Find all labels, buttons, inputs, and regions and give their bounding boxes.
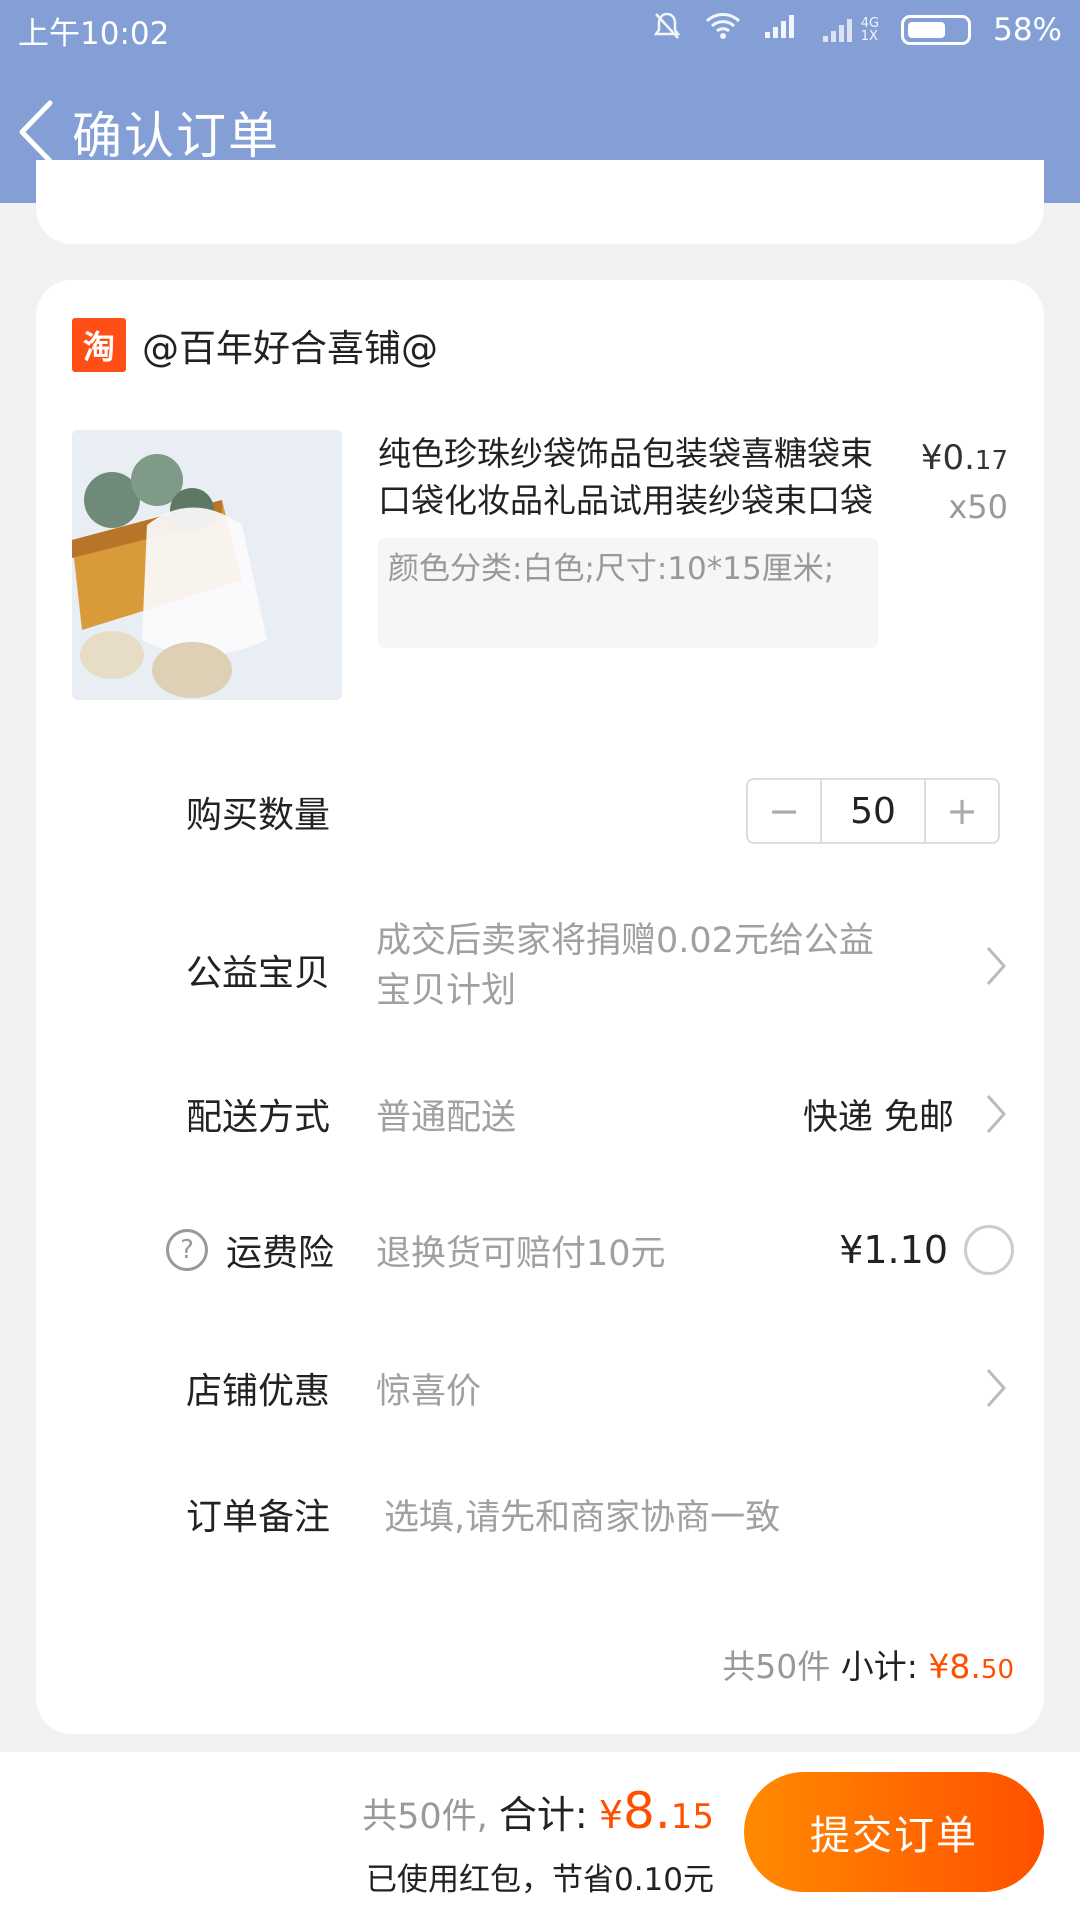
chevron-right-icon xyxy=(986,1095,1007,1133)
quantity-input[interactable]: 50 xyxy=(820,780,926,842)
order-note-label: 订单备注 xyxy=(186,1497,331,1538)
delivery-label: 配送方式 xyxy=(186,1097,331,1138)
signal-2-icon: 4G 1X xyxy=(821,16,879,44)
red-packet-saved: 已使用红包，节省0.10元 xyxy=(365,1862,714,1898)
delivery-value: 普通配送 xyxy=(376,1097,517,1138)
product-title[interactable]: 纯色珍珠纱袋饰品包装袋喜糖袋束口袋化妆品礼品试用装纱袋束口袋 xyxy=(378,430,878,524)
shop-discount-value: 惊喜价 xyxy=(376,1371,482,1412)
battery-icon xyxy=(901,15,972,45)
status-time: 上午10:02 xyxy=(18,15,170,52)
checkout-bar: 共50件, 合计: ¥8.15 已使用红包，节省0.10元 提交订单 xyxy=(0,1752,1080,1920)
subtotal-count: 共50件 xyxy=(722,1647,831,1686)
taobao-logo-icon: 淘 xyxy=(72,318,126,372)
product-price: ¥0.17 xyxy=(920,438,1008,478)
total-line: 共50件, 合计: ¥8.15 xyxy=(362,1782,714,1840)
order-card: 淘 @百年好合喜铺@ 纯色珍珠纱袋饰品包装袋喜糖袋束口袋化妆品礼品试用装纱袋束口… xyxy=(36,280,1044,1734)
chevron-right-icon xyxy=(986,947,1007,985)
chevron-right-icon xyxy=(986,1369,1007,1407)
product-sku: 颜色分类:白色;尺寸:10*15厘米; xyxy=(378,538,878,648)
total-count: 共50件, xyxy=(362,1797,488,1837)
insurance-value: 退换货可赔付10元 xyxy=(376,1233,666,1274)
status-bar: 上午10:02 4G 1X 58% xyxy=(0,0,1080,60)
mute-icon xyxy=(651,10,683,50)
insurance-price: ¥1.10 xyxy=(839,1228,948,1272)
insurance-row: ? 运费险 退换货可赔付10元 ¥1.10 xyxy=(36,1222,1044,1278)
order-note-input[interactable]: 选填,请先和商家协商一致 xyxy=(384,1489,780,1540)
order-note-row: 订单备注 选填,请先和商家协商一致 xyxy=(36,1486,1044,1542)
back-icon[interactable] xyxy=(16,97,60,167)
insurance-label: 运费险 xyxy=(226,1233,335,1274)
insurance-radio[interactable] xyxy=(964,1225,1014,1275)
product-item[interactable]: 纯色珍珠纱袋饰品包装袋喜糖袋束口袋化妆品礼品试用装纱袋束口袋 ¥0.17 x50… xyxy=(72,430,1008,700)
wifi-icon xyxy=(705,12,741,48)
shop-discount-row[interactable]: 店铺优惠 惊喜价 xyxy=(36,1360,1044,1416)
quantity-label: 购买数量 xyxy=(186,795,331,836)
total-amount: ¥8.15 xyxy=(598,1782,714,1840)
increase-button[interactable]: + xyxy=(926,780,998,842)
shop-header[interactable]: 淘 @百年好合喜铺@ xyxy=(72,318,438,372)
quantity-stepper: − 50 + xyxy=(746,778,1000,844)
shop-name[interactable]: @百年好合喜铺@ xyxy=(142,318,438,372)
page-title: 确认订单 xyxy=(72,106,280,165)
product-quantity: x50 xyxy=(948,488,1008,526)
submit-order-button[interactable]: 提交订单 xyxy=(744,1772,1044,1892)
previous-card-edge xyxy=(36,160,1044,244)
delivery-method: 快递 免邮 xyxy=(802,1097,954,1138)
subtotal: 共50件 小计: ¥8.50 xyxy=(722,1640,1014,1688)
decrease-button[interactable]: − xyxy=(748,780,820,842)
product-image[interactable] xyxy=(72,430,342,700)
network-1x-label: 1X xyxy=(860,29,878,44)
delivery-row[interactable]: 配送方式 普通配送 快递 免邮 xyxy=(36,1086,1044,1142)
subtotal-label: 小计: xyxy=(840,1647,918,1686)
status-icons: 4G 1X 58% xyxy=(651,10,1062,50)
total-label: 合计: xyxy=(498,1793,588,1837)
battery-percent: 58% xyxy=(993,12,1062,48)
charity-label: 公益宝贝 xyxy=(186,953,331,994)
shop-discount-label: 店铺优惠 xyxy=(186,1371,331,1412)
charity-row[interactable]: 公益宝贝 成交后卖家将捐赠0.02元给公益 宝贝计划 xyxy=(36,916,1044,1016)
signal-icon xyxy=(763,12,799,48)
charity-value: 成交后卖家将捐赠0.02元给公益 宝贝计划 xyxy=(376,921,874,1011)
help-icon[interactable]: ? xyxy=(166,1229,208,1271)
subtotal-amount: ¥8.50 xyxy=(928,1647,1014,1686)
